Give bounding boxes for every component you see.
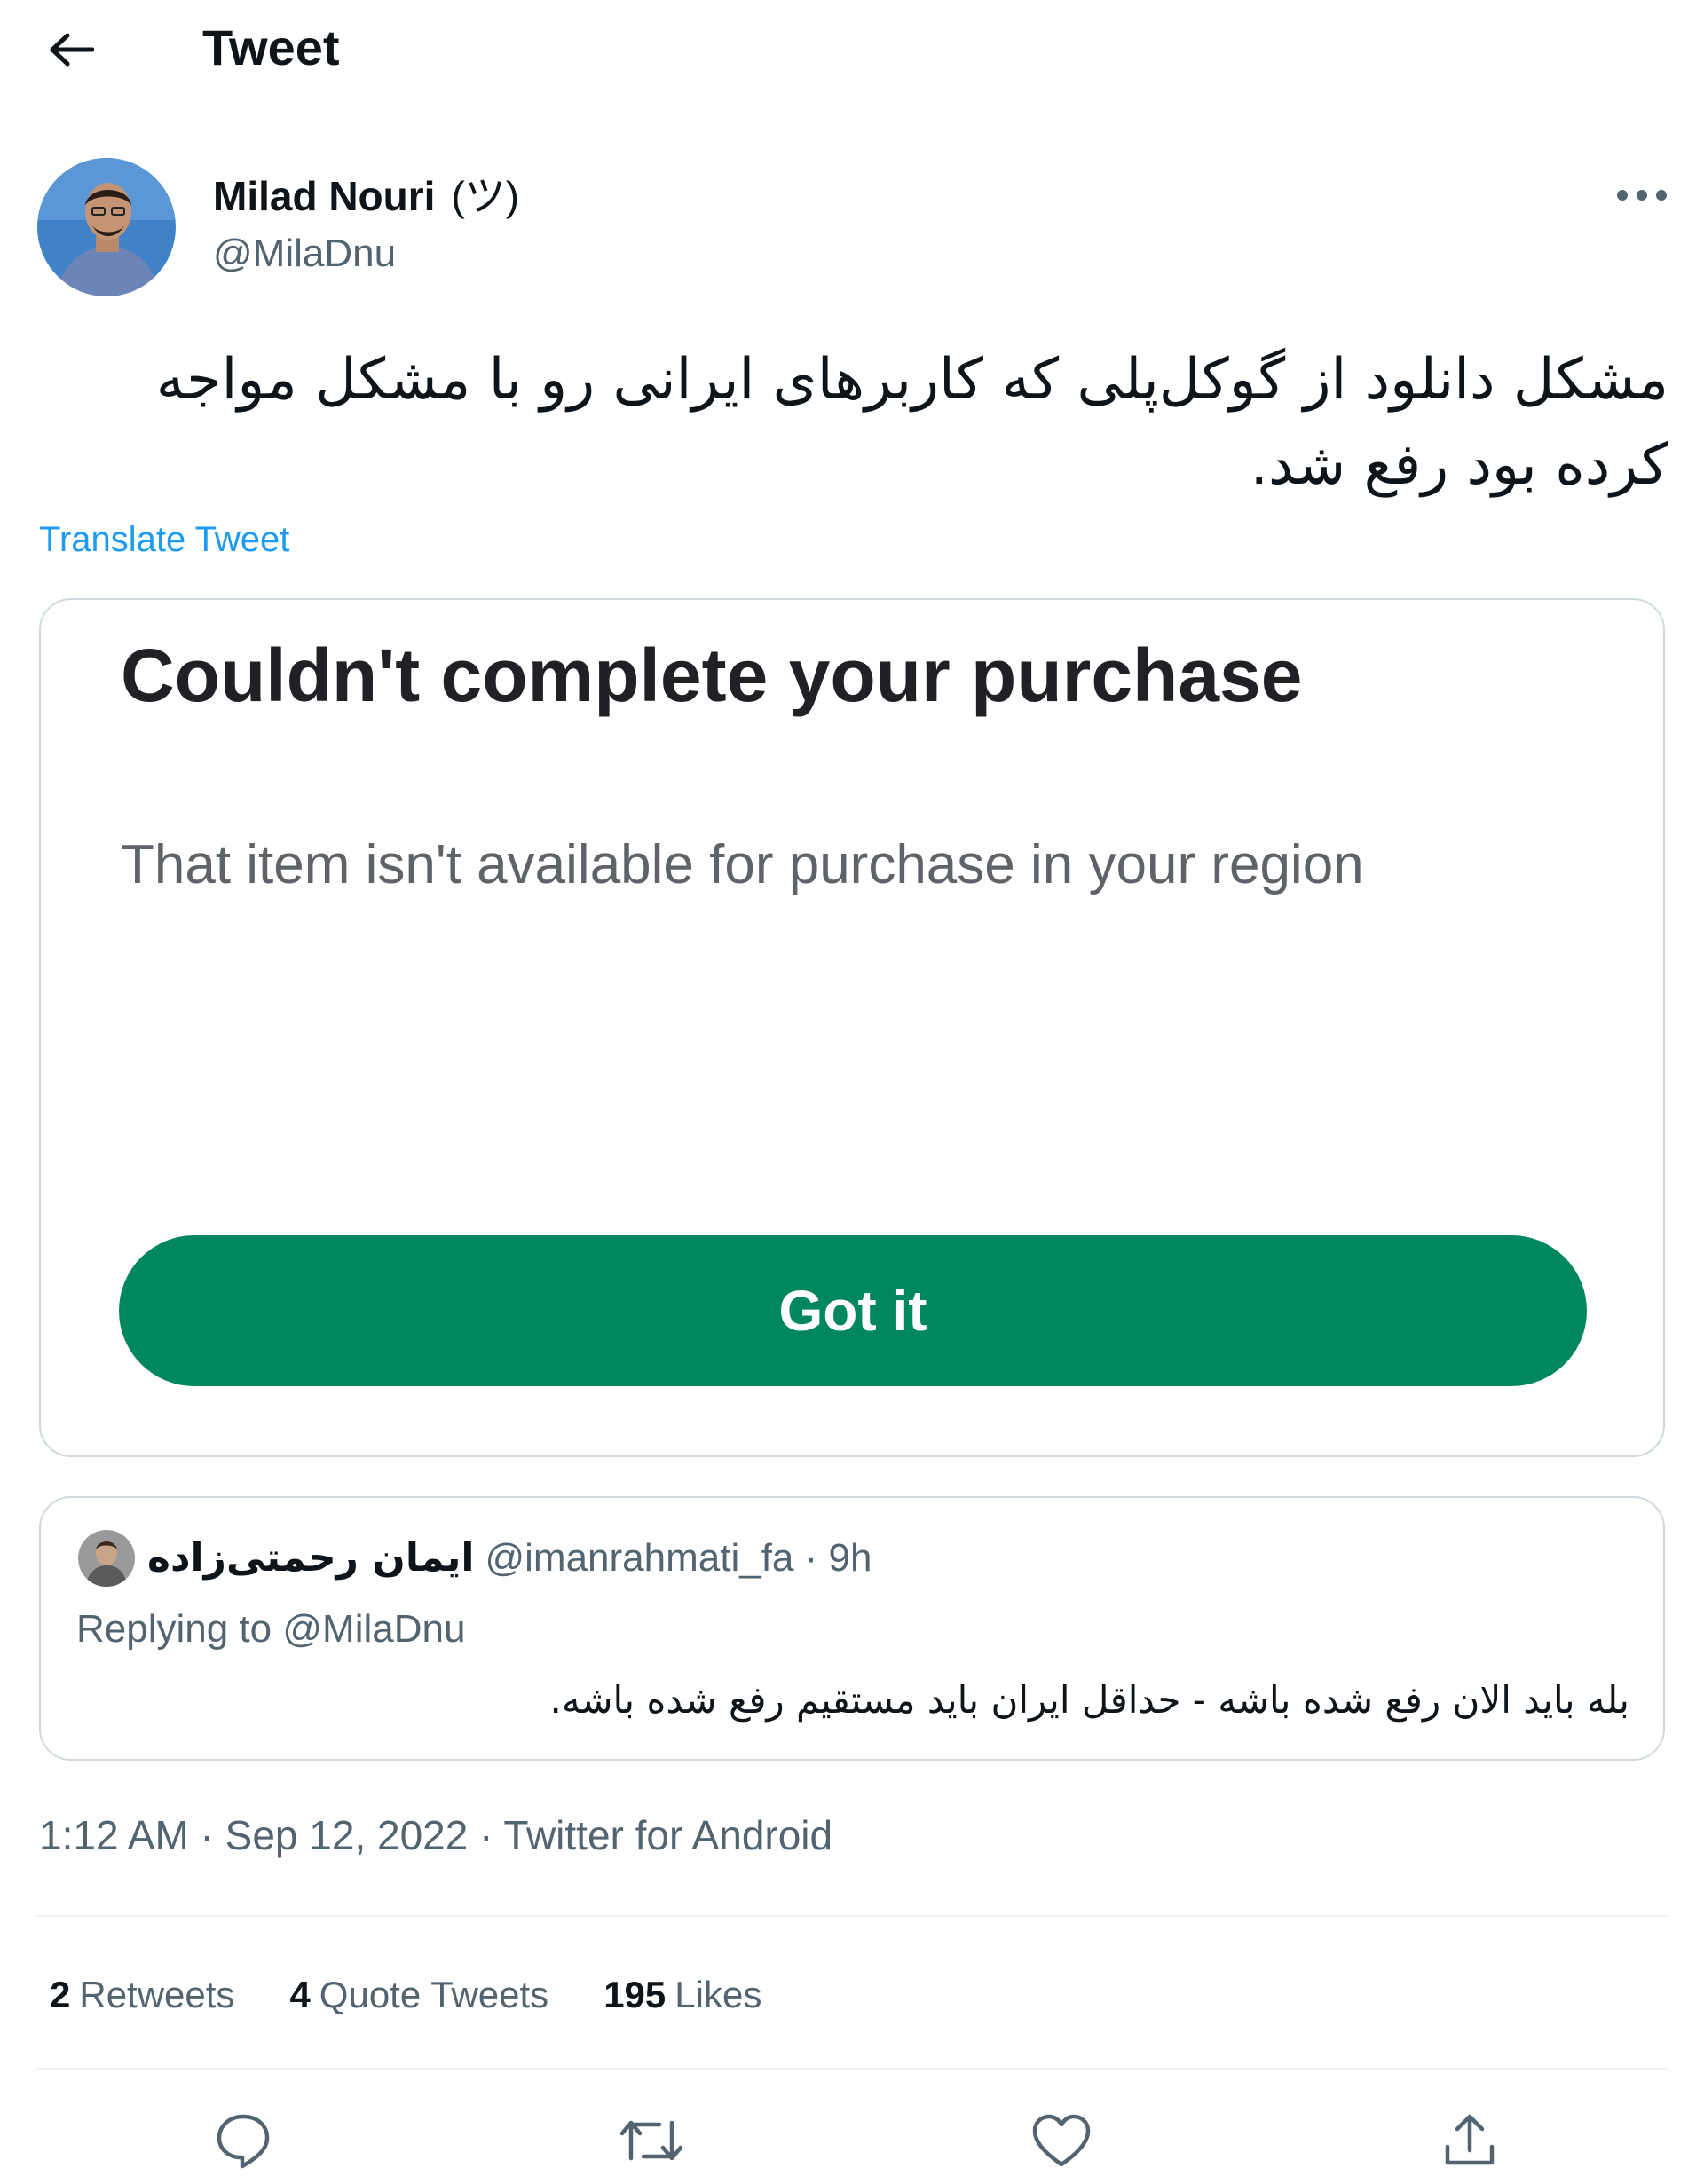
likes-label: Likes	[674, 1974, 762, 2015]
likes-stat[interactable]: 195 Likes	[604, 1967, 761, 2023]
likes-count: 195	[604, 1974, 667, 2015]
author-handle[interactable]: @MilaDnu	[213, 227, 396, 280]
more-options-button[interactable]	[1598, 169, 1686, 222]
replying-to-label: Replying to	[76, 1607, 272, 1651]
dialog-title: Couldn't complete your purchase	[121, 634, 1303, 717]
share-icon	[1445, 2114, 1495, 2165]
author-display-name: Milad Nouri	[213, 173, 436, 219]
quote-tweets-label: Quote Tweets	[319, 1974, 549, 2015]
retweet-icon	[619, 2120, 683, 2161]
share-button[interactable]	[1434, 2105, 1505, 2176]
like-button[interactable]	[1026, 2105, 1097, 2176]
quote-tweets-count: 4	[289, 1974, 311, 2015]
arrow-left-icon	[50, 33, 94, 67]
replying-to-handle: @MilaDnu	[282, 1607, 466, 1651]
retweet-button[interactable]	[616, 2105, 687, 2176]
author-name[interactable]: Milad Nouri (ツ)	[213, 169, 519, 224]
like-icon	[1032, 2114, 1091, 2167]
translate-tweet-link[interactable]: Translate Tweet	[39, 515, 289, 564]
back-button[interactable]	[39, 21, 103, 78]
reply-button[interactable]	[208, 2105, 279, 2176]
retweets-label: Retweets	[79, 1974, 235, 2015]
tweet-timestamp[interactable]: 1:12 AM · Sep 12, 2022 · Twitter for And…	[39, 1807, 832, 1864]
quoted-replying-to: Replying to @MilaDnu	[76, 1601, 465, 1658]
divider	[36, 1915, 1668, 1917]
quoted-header: ایمان رحمتی‌زاده @imanrahmati_fa · 9h	[147, 1530, 872, 1587]
tweet-stats: 2 Retweets 4 Quote Tweets 195 Likes	[50, 1967, 761, 2023]
more-icon	[1617, 190, 1667, 201]
tweet-text: مشکل دانلود از گوکل‌پلی که کاربرهای ایرا…	[155, 347, 1668, 498]
quote-tweets-stat[interactable]: 4 Quote Tweets	[289, 1967, 548, 2023]
got-it-button: Got it	[119, 1235, 1587, 1386]
quoted-text: بله باید الان رفع شده باشه - حداقل ایران…	[549, 1678, 1629, 1722]
reply-icon	[217, 2114, 270, 2169]
quoted-author-name: ایمان رحمتی‌زاده	[147, 1535, 475, 1581]
author-kaomoji: (ツ)	[451, 173, 520, 219]
quoted-avatar	[78, 1530, 135, 1587]
retweets-stat[interactable]: 2 Retweets	[50, 1967, 234, 2023]
author-avatar[interactable]	[37, 158, 176, 296]
divider	[36, 2068, 1668, 2070]
dialog-message: That item isn't available for purchase i…	[121, 834, 1364, 895]
quoted-author-meta: @imanrahmati_fa · 9h	[485, 1536, 872, 1580]
page-title: Tweet	[202, 20, 340, 75]
retweets-count: 2	[50, 1974, 71, 2015]
